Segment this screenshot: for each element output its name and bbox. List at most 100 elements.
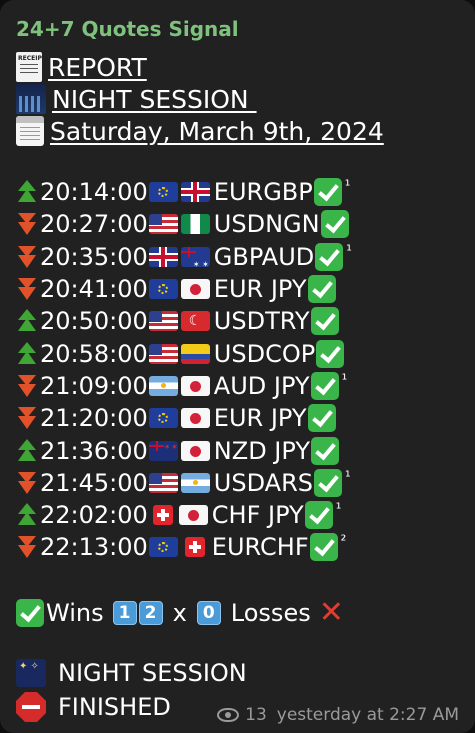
martingale-level: ¹ [335,500,342,517]
signal-time: 20:14:00 [40,178,148,207]
martingale-level: ¹ [341,371,348,388]
night-sky-icon [16,659,46,687]
signal-row: 20:41:00 EUR JPY [16,273,352,305]
flag-jp-icon [180,279,210,300]
check-icon [309,533,338,562]
down-arrow-icon [16,275,38,303]
martingale-level: ¹ [344,468,351,485]
check-icon [315,242,344,271]
message-timestamp[interactable]: yesterday at 2:27 AM [277,705,459,725]
currency-pair: USDARS [213,468,313,497]
up-arrow-icon [16,307,38,335]
check-icon [320,210,349,239]
flag-au-icon [180,246,210,267]
check-icon [310,436,339,465]
check-icon [16,598,44,627]
flag-ar-icon [180,472,210,493]
currency-pair: EURCHF [211,533,309,562]
flag-us-icon [148,472,178,493]
flag-jp-icon [180,440,210,461]
footer-line-2: FINISHED [16,692,171,722]
view-count: 13 [245,705,267,725]
signal-time: 22:02:00 [40,501,148,530]
down-arrow-icon [16,533,38,561]
flag-us-icon [148,343,178,364]
flag-eu-icon [148,537,178,558]
currency-pair: CHF JPY [211,501,304,530]
flag-ch-icon [184,537,205,558]
martingale-level: ¹ [346,242,352,259]
signal-row: 20:58:00 USDCOP [16,337,352,369]
report-label: REPORT [48,52,147,82]
flag-eu-icon [148,182,178,203]
receipt-icon [16,52,46,82]
city-night-icon [16,84,46,114]
flag-ng-icon [180,214,210,235]
down-arrow-icon [16,210,38,238]
stop-sign-icon [16,692,46,722]
martingale-level: ² [340,533,347,550]
signal-time: 22:13:00 [40,533,148,562]
signal-time: 20:50:00 [40,307,148,336]
flag-tr-icon [180,311,210,332]
check-icon [313,178,342,207]
flag-eu-icon [148,408,178,429]
signal-time: 20:27:00 [40,210,148,239]
sender-name[interactable]: 24+7 Quotes Signal [16,17,239,41]
signal-row: 22:02:00 CHF JPY ¹ [16,499,352,531]
flag-eu-icon [148,279,178,300]
signal-time: 20:35:00 [40,242,148,271]
message-bubble: 24+7 Quotes Signal REPORT NIGHT SESSION … [0,0,475,733]
flag-nz-icon [148,440,178,461]
report-line: REPORT [16,52,147,82]
flag-us-icon [148,214,178,235]
flag-jp-icon [180,408,210,429]
session-label: NIGHT SESSION [52,84,257,114]
wins-digit-keycap: 1 [112,600,137,625]
session-line: NIGHT SESSION [16,84,257,114]
calendar-icon [16,116,44,146]
martingale-level: ¹ [344,178,351,194]
results-summary: Wins 1 2 x 0 Losses ✕ [16,595,344,630]
date-line: Saturday, March 9th, 2024 [16,116,384,146]
currency-pair: AUD JPY [213,371,310,400]
check-icon [304,501,333,530]
losses-label: Losses [230,598,311,627]
up-arrow-icon [16,501,38,529]
currency-pair: NZD JPY [213,436,310,465]
wins-digit-keycap: 2 [138,600,163,625]
date-label: Saturday, March 9th, 2024 [50,116,384,146]
flag-jp-icon [178,505,208,526]
down-arrow-icon [16,243,38,271]
currency-pair: EUR JPY [213,275,307,304]
up-arrow-icon [16,340,38,368]
currency-pair: GBPAUD [213,242,315,271]
check-icon [313,468,342,497]
currency-pair: USDTRY [213,307,310,336]
signal-time: 20:58:00 [40,339,148,368]
up-arrow-icon [16,178,38,206]
down-arrow-icon [16,404,38,432]
flag-uk-icon [148,246,178,267]
signal-row: 21:36:00 NZD JPY [16,434,352,466]
signal-time: 20:41:00 [40,275,148,304]
versus-x: x [172,598,187,627]
flag-ar-icon [148,375,178,396]
signal-row: 21:20:00 EUR JPY [16,402,352,434]
currency-pair: USDNGN [213,210,320,239]
footer-finished-label: FINISHED [58,693,171,721]
currency-pair: USDCOP [213,339,316,368]
signal-time: 21:09:00 [40,371,148,400]
flag-uk-icon [180,182,210,203]
flag-us-icon [148,311,178,332]
signal-row: 20:14:00 EURGBP ¹ [16,176,352,208]
currency-pair: EUR JPY [213,404,307,433]
signal-row: 22:13:00 EURCHF ² [16,531,352,563]
cross-mark-icon: ✕ [318,595,344,630]
signal-time: 21:20:00 [40,404,148,433]
wins-label: Wins [46,598,104,627]
down-arrow-icon [16,372,38,400]
check-icon [307,275,336,304]
flag-jp-icon [180,375,210,396]
signal-row: 21:09:00 AUD JPY ¹ [16,370,352,402]
